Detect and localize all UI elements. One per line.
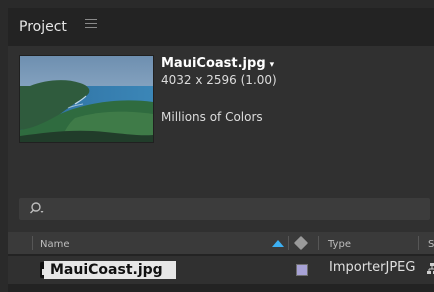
table-row[interactable]: MauiCoast.jpg ImporterJPEG xyxy=(8,256,434,284)
preview-filename[interactable]: MauiCoast.jpg ▾ xyxy=(161,56,277,71)
sort-ascending-icon[interactable] xyxy=(272,240,284,247)
file-type: ImporterJPEG xyxy=(329,260,416,275)
column-divider[interactable] xyxy=(32,236,33,250)
column-header-bar: Name Type Si xyxy=(8,232,434,254)
column-divider[interactable] xyxy=(288,236,289,250)
label-tag-icon[interactable] xyxy=(293,235,309,251)
column-divider[interactable] xyxy=(318,236,319,250)
hamburger-menu-icon[interactable] xyxy=(85,19,97,31)
filename-dropdown-icon[interactable]: ▾ xyxy=(270,60,275,70)
column-divider[interactable] xyxy=(418,236,419,250)
label-color-swatch[interactable] xyxy=(296,264,308,276)
column-name-header[interactable]: Name xyxy=(40,239,70,250)
panel-header xyxy=(8,8,434,46)
image-dimensions: 4032 x 2596 (1.00) xyxy=(161,73,277,87)
column-size-header[interactable]: Si xyxy=(428,239,434,250)
file-info: MauiCoast.jpg ▾ 4032 x 2596 (1.00) xyxy=(161,56,277,87)
search-icon[interactable] xyxy=(29,201,45,217)
color-depth: Millions of Colors xyxy=(161,110,263,124)
file-name-field[interactable]: MauiCoast.jpg xyxy=(44,261,176,279)
search-field[interactable] xyxy=(19,198,430,220)
column-type-header[interactable]: Type xyxy=(328,239,351,250)
coast-landscape-thumbnail xyxy=(20,56,153,142)
thumbnail-image xyxy=(19,55,154,143)
panel-title: Project xyxy=(19,19,67,35)
filename-text: MauiCoast.jpg xyxy=(161,56,266,71)
network-icon xyxy=(427,263,434,274)
